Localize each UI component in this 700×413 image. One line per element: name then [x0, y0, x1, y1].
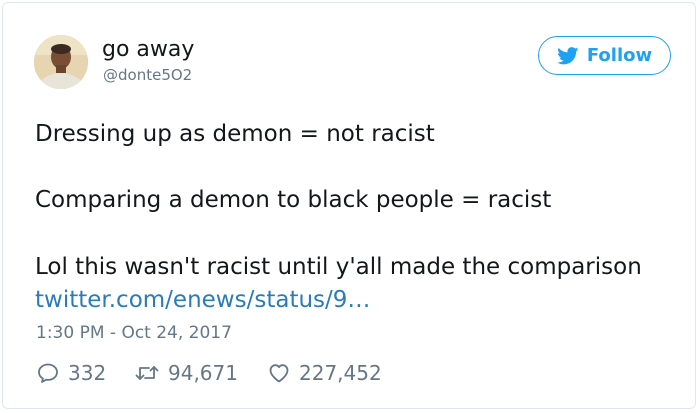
twitter-bird-icon: [556, 46, 579, 64]
tweet-text-line-2: Comparing a demon to black people = raci…: [35, 187, 552, 213]
like-count: 227,452: [299, 361, 382, 385]
tweet-timestamp[interactable]: 1:30 PM - Oct 24, 2017: [36, 322, 232, 344]
reply-count: 332: [68, 361, 107, 385]
heart-icon: [269, 364, 289, 383]
reply-action[interactable]: 332: [36, 359, 106, 387]
retweet-icon: [135, 366, 159, 380]
display-name[interactable]: go away: [102, 36, 194, 64]
tweet-text-line-3: Lol this wasn't racist until y'all made …: [35, 254, 642, 280]
follow-button[interactable]: Follow: [538, 36, 671, 75]
user-handle[interactable]: @donte5O2: [103, 66, 192, 84]
like-action[interactable]: 227,452: [267, 359, 382, 387]
tweet-card: go away @donte5O2 Follow Dressing up as …: [2, 2, 696, 409]
retweet-count: 94,671: [168, 361, 238, 385]
reply-icon: [38, 363, 58, 383]
retweet-action[interactable]: 94,671: [134, 359, 238, 387]
avatar-image: [34, 35, 88, 89]
follow-button-label: Follow: [586, 45, 653, 66]
tweet-text-line-1: Dressing up as demon = not racist: [35, 121, 435, 147]
avatar[interactable]: [34, 35, 88, 89]
tweet-link[interactable]: twitter.com/enews/status/9…: [35, 286, 370, 314]
